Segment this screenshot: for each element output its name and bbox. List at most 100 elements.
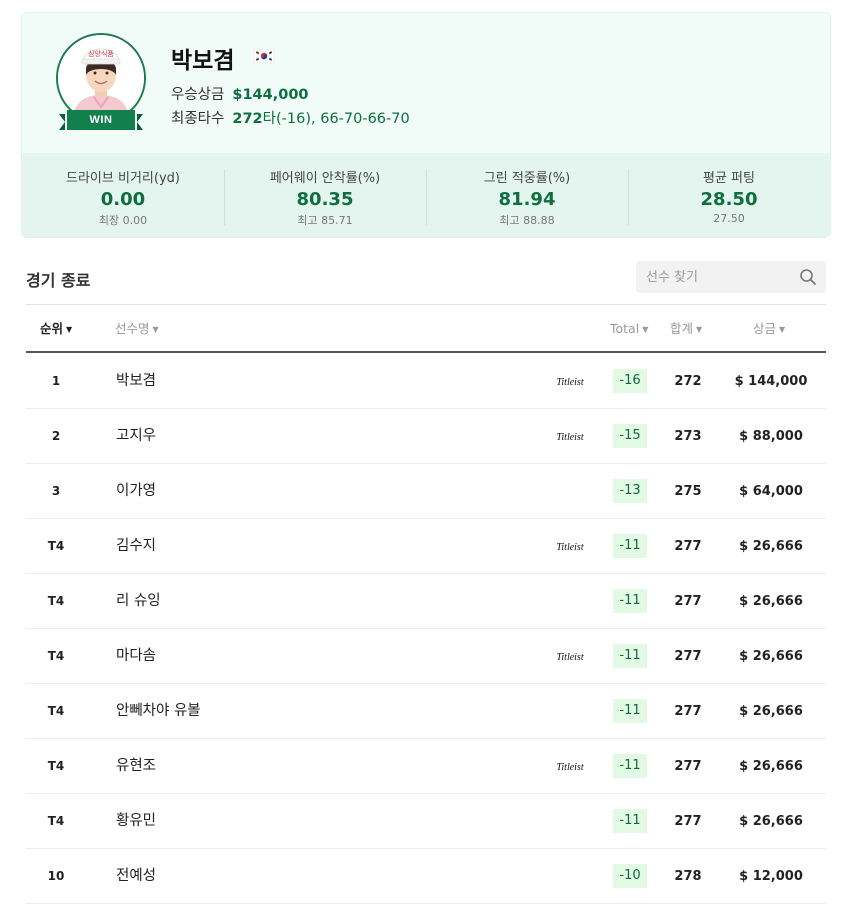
stat-value: 28.50 — [700, 189, 758, 210]
winner-summary: 삼양식품 WIN 박보겸 우승상금 $144,000 최종타수 272타(-16… — [22, 13, 830, 153]
prize-value: $144,000 — [232, 87, 309, 103]
sort-caret-icon: ▼ — [66, 325, 73, 334]
row-total: -11 — [613, 739, 647, 794]
table-row[interactable]: T4 유현조 Titleist -11 277 $ 26,666 — [26, 739, 826, 794]
row-total: -11 — [613, 629, 647, 684]
stat-fairway-accuracy: 페어웨이 안착률(%) 80.35 최고 85.71 — [224, 153, 426, 237]
titleist-logo-icon: Titleist — [556, 652, 583, 662]
sort-by-name[interactable]: 선수명 ▼ — [115, 305, 159, 352]
row-sum: 277 — [674, 649, 702, 664]
row-sum: 277 — [674, 759, 702, 774]
total-badge: -11 — [613, 644, 647, 668]
winner-name: 박보겸 — [171, 48, 235, 74]
search-icon[interactable] — [799, 268, 817, 286]
total-badge: -11 — [613, 534, 647, 558]
section-title: 경기 종료 — [26, 271, 91, 290]
table-row[interactable]: T4 안뻬차야 유볼 -11 277 $ 26,666 — [26, 684, 826, 739]
sort-by-rank[interactable]: 순위 ▼ — [40, 305, 72, 352]
row-player-name[interactable]: 이가영 — [116, 464, 156, 519]
row-total: -13 — [613, 464, 647, 519]
stat-sub: 최장 0.00 — [98, 214, 148, 227]
table-row[interactable]: T4 황유민 -11 277 $ 26,666 — [26, 794, 826, 849]
row-total: -11 — [613, 519, 647, 574]
sort-by-prize[interactable]: 상금 ▼ — [753, 305, 785, 352]
stat-label: 드라이브 비거리(yd) — [66, 171, 180, 186]
titleist-logo-icon: Titleist — [556, 432, 583, 442]
stat-value: 81.94 — [498, 189, 556, 210]
row-player-name[interactable]: 유현조 — [116, 739, 156, 794]
row-brand: Titleist — [550, 629, 590, 684]
row-rank: 2 — [51, 429, 61, 443]
sort-by-total[interactable]: Total ▼ — [610, 305, 648, 352]
row-rank: 10 — [47, 869, 65, 883]
search-input[interactable] — [636, 261, 796, 293]
row-player-name[interactable]: 전예성 — [116, 849, 156, 904]
row-prize: $ 64,000 — [739, 484, 803, 499]
final-score: 272 — [232, 111, 263, 127]
row-player-name[interactable]: 리 슈잉 — [116, 574, 161, 629]
row-sum: 275 — [674, 484, 702, 499]
table-row[interactable]: 3 이가영 -13 275 $ 64,000 — [26, 464, 826, 519]
cap-logo: 삼양식품 — [88, 49, 114, 58]
titleist-logo-icon: Titleist — [556, 762, 583, 772]
total-badge: -15 — [613, 424, 647, 448]
row-player-name[interactable]: 마다솜 — [116, 629, 156, 684]
row-brand — [550, 574, 590, 629]
table-row[interactable]: T4 김수지 Titleist -11 277 $ 26,666 — [26, 519, 826, 574]
stats-band: 드라이브 비거리(yd) 0.00 최장 0.00 페어웨이 안착률(%) 80… — [22, 153, 830, 237]
row-brand — [550, 684, 590, 739]
sort-caret-icon: ▼ — [152, 325, 159, 334]
leaderboard-header: 순위 ▼ 선수명 ▼ Total ▼ 합계 ▼ 상금 ▼ — [26, 304, 826, 353]
header-sum-label: 합계 — [670, 321, 694, 336]
stat-label: 평균 퍼팅 — [703, 171, 755, 186]
final-suffix: 타(-16), — [262, 111, 316, 127]
total-badge: -16 — [613, 369, 647, 393]
stat-greens-in-regulation: 그린 적중률(%) 81.94 최고 88.88 — [426, 153, 628, 237]
row-player-name[interactable]: 박보겸 — [116, 354, 156, 409]
row-prize: $ 26,666 — [739, 649, 803, 664]
stat-value: 80.35 — [296, 189, 354, 210]
row-player-name[interactable]: 김수지 — [116, 519, 156, 574]
table-row[interactable]: 1 박보겸 Titleist -16 272 $ 144,000 — [26, 354, 826, 409]
player-search — [636, 261, 826, 293]
row-player-name[interactable]: 안뻬차야 유볼 — [116, 684, 201, 739]
row-brand: Titleist — [550, 739, 590, 794]
titleist-logo-text: Titleist — [556, 652, 583, 662]
header-rank-label: 순위 — [40, 321, 64, 336]
table-row[interactable]: 10 전예성 -10 278 $ 12,000 — [26, 849, 826, 904]
final-label: 최종타수 — [171, 111, 225, 127]
row-total: -16 — [613, 354, 647, 409]
stat-label: 그린 적중률(%) — [483, 171, 571, 186]
total-badge: -11 — [613, 699, 647, 723]
row-prize: $ 88,000 — [739, 429, 803, 444]
row-total: -15 — [613, 409, 647, 464]
total-badge: -11 — [613, 754, 647, 778]
row-prize: $ 26,666 — [739, 539, 803, 554]
table-row[interactable]: 2 고지우 Titleist -15 273 $ 88,000 — [26, 409, 826, 464]
total-badge: -11 — [613, 589, 647, 613]
row-total: -10 — [613, 849, 647, 904]
table-row[interactable]: T4 마다솜 Titleist -11 277 $ 26,666 — [26, 629, 826, 684]
winner-final-score: 최종타수 272타(-16), 66-70-66-70 — [171, 107, 410, 128]
titleist-logo-text: Titleist — [556, 762, 583, 772]
winner-avatar-group: 삼양식품 WIN — [56, 33, 146, 133]
sort-caret-icon: ▼ — [696, 325, 703, 334]
row-total: -11 — [613, 574, 647, 629]
row-prize: $ 26,666 — [739, 704, 803, 719]
row-rank: T4 — [47, 594, 65, 608]
row-sum: 277 — [674, 704, 702, 719]
sort-by-sum[interactable]: 합계 ▼ — [670, 305, 702, 352]
row-player-name[interactable]: 고지우 — [116, 409, 156, 464]
win-badge: WIN — [59, 110, 143, 130]
row-player-name[interactable]: 황유민 — [116, 794, 156, 849]
row-brand: Titleist — [550, 519, 590, 574]
leaderboard-rows: 1 박보겸 Titleist -16 272 $ 144,000 2 고지우 T… — [26, 354, 826, 904]
row-prize: $ 144,000 — [734, 374, 808, 389]
row-brand — [550, 849, 590, 904]
table-row[interactable]: T4 리 슈잉 -11 277 $ 26,666 — [26, 574, 826, 629]
row-rank: T4 — [47, 649, 65, 663]
row-sum: 277 — [674, 539, 702, 554]
winner-card: 삼양식품 WIN 박보겸 우승상금 $144,000 최종타수 272타(-16… — [21, 12, 831, 238]
row-rank: 1 — [51, 374, 61, 388]
row-rank: 3 — [51, 484, 61, 498]
